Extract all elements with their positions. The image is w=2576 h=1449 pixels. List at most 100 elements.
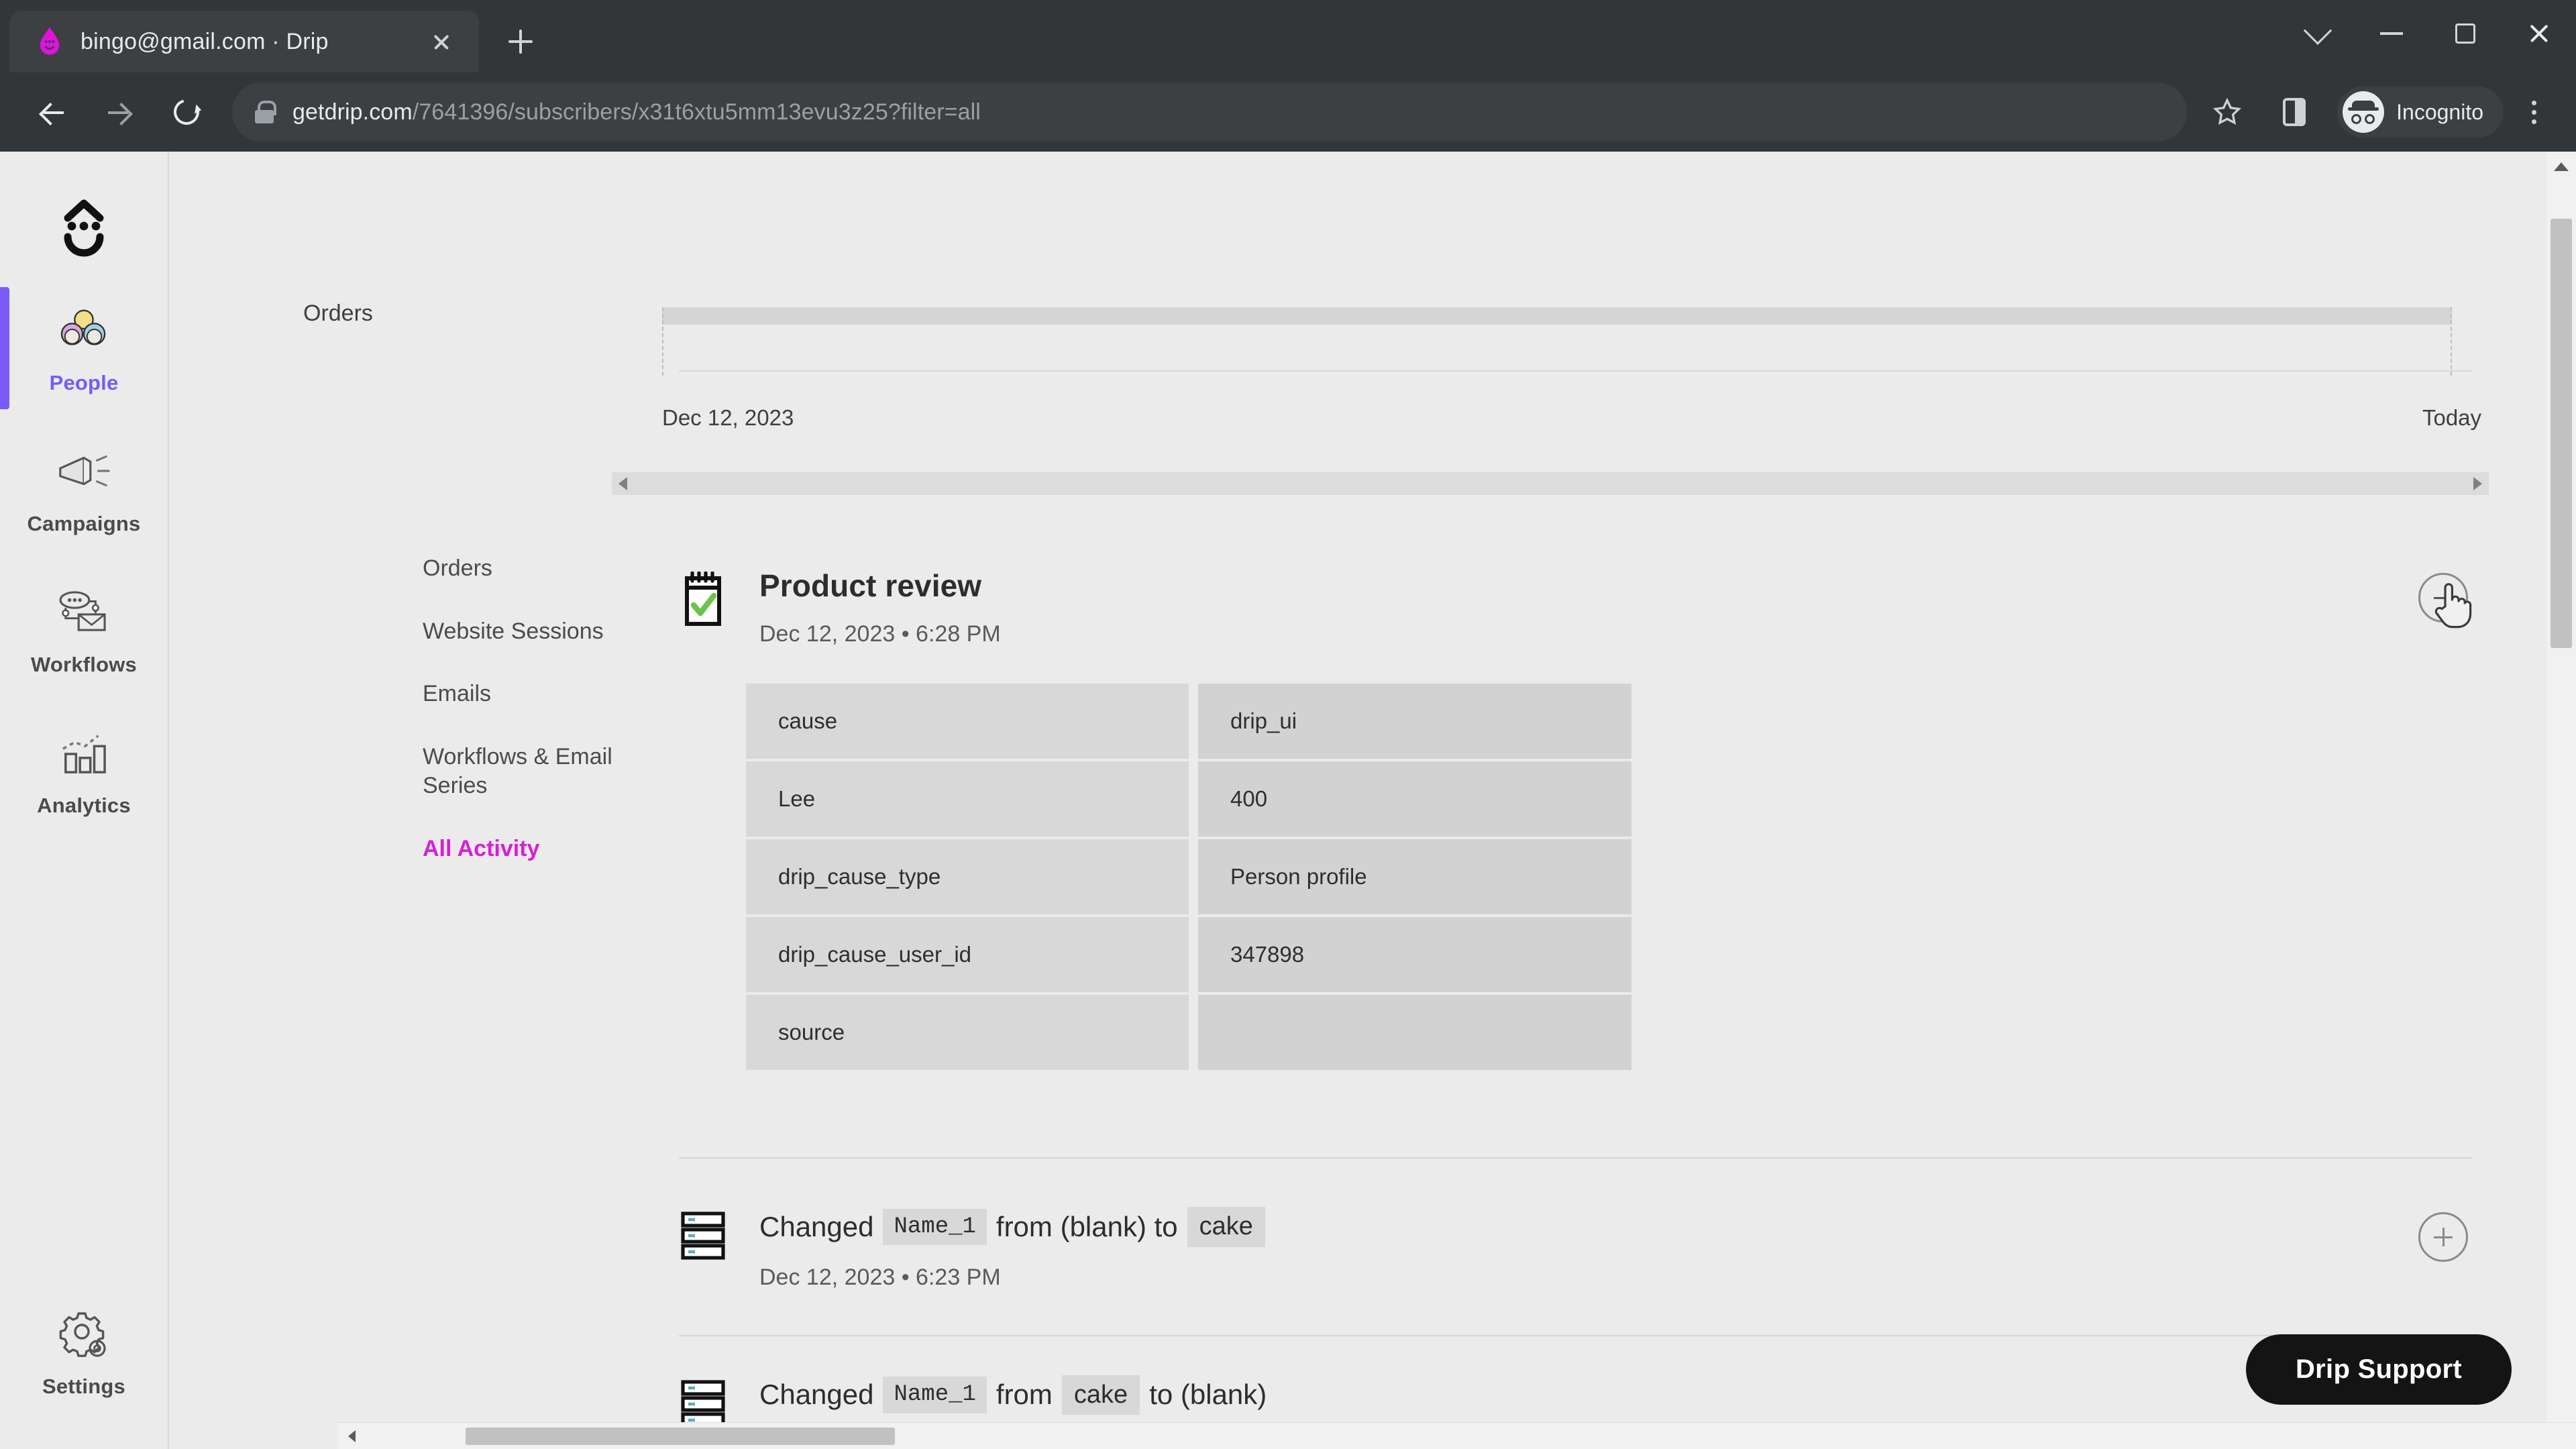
reload-button[interactable] bbox=[153, 78, 220, 146]
property-value: 347898 bbox=[1198, 917, 1631, 992]
activity-title: Product review bbox=[759, 568, 982, 603]
workflow-icon bbox=[55, 583, 113, 641]
page-horizontal-scrollbar[interactable] bbox=[338, 1422, 2576, 1449]
table-row: cause drip_ui bbox=[746, 684, 1631, 759]
property-key: Lee bbox=[746, 761, 1189, 837]
timeline-row-label: Orders bbox=[303, 301, 373, 326]
browser-tab[interactable]: bingo@gmail.com · Drip bbox=[9, 11, 479, 72]
bookmark-button[interactable] bbox=[2194, 78, 2261, 146]
forward-arrow-icon bbox=[108, 101, 131, 123]
activity-field-chip: Name_1 bbox=[883, 1377, 987, 1413]
section-divider bbox=[679, 370, 2472, 372]
drip-support-button[interactable]: Drip Support bbox=[2245, 1334, 2512, 1405]
scroll-left-arrow-icon[interactable] bbox=[619, 477, 627, 490]
subnav-item-website-sessions[interactable]: Website Sessions bbox=[423, 617, 644, 647]
activity-sentence: Changed Name_1 from cake to (blank) bbox=[759, 1375, 2472, 1415]
scrollbar-thumb[interactable] bbox=[2551, 219, 2572, 648]
close-icon[interactable] bbox=[424, 24, 459, 59]
activity-to-value: cake bbox=[1187, 1207, 1265, 1247]
back-arrow-icon bbox=[41, 101, 64, 123]
scrollbar-thumb[interactable] bbox=[466, 1427, 895, 1445]
minimize-button[interactable] bbox=[2355, 0, 2428, 67]
property-key: drip_cause_user_id bbox=[746, 917, 1189, 992]
activity-timestamp: Dec 12, 2023 • 6:28 PM bbox=[759, 621, 1001, 647]
subnav-item-all-activity[interactable]: All Activity bbox=[423, 835, 644, 864]
timeline-horizontal-scrollbar[interactable] bbox=[612, 472, 2489, 495]
sidebar-item-campaigns[interactable]: Campaigns bbox=[0, 419, 168, 559]
subnav-item-emails[interactable]: Emails bbox=[423, 680, 644, 709]
back-button[interactable] bbox=[19, 78, 86, 146]
page-viewport: People Campaigns Workflows Analytics Set… bbox=[0, 152, 2576, 1449]
table-row: source bbox=[746, 995, 1631, 1070]
property-value: drip_ui bbox=[1198, 684, 1631, 759]
kebab-menu-icon[interactable] bbox=[2510, 85, 2557, 139]
tab-search-button[interactable] bbox=[2281, 0, 2355, 67]
sidebar-item-label: Settings bbox=[42, 1375, 125, 1398]
url-path: /7641396/subscribers/x31t6xtu5mm13evu3z2… bbox=[412, 99, 981, 125]
megaphone-icon bbox=[55, 442, 113, 500]
table-row: drip_cause_user_id 347898 bbox=[746, 917, 1631, 992]
activity-timestamp: Dec 12, 2023 • 6:23 PM bbox=[759, 1264, 1001, 1290]
chevron-down-icon bbox=[2303, 16, 2332, 45]
activity-connector: to bbox=[1149, 1379, 1173, 1410]
property-key: cause bbox=[746, 684, 1189, 759]
collapse-circle-icon[interactable] bbox=[2418, 573, 2468, 623]
lock-icon bbox=[255, 101, 276, 123]
incognito-icon bbox=[2343, 91, 2385, 133]
activity-to-value: (blank) bbox=[1180, 1379, 1267, 1410]
profile-label: Incognito bbox=[2396, 99, 2483, 124]
maximize-icon bbox=[2455, 23, 2475, 44]
maximize-button[interactable] bbox=[2428, 0, 2502, 67]
side-panel-button[interactable] bbox=[2261, 78, 2328, 146]
activity-middle: from bbox=[996, 1379, 1053, 1410]
scroll-right-arrow-icon[interactable] bbox=[2473, 477, 2482, 490]
sidebar-item-label: Analytics bbox=[37, 794, 131, 817]
activity-sentence: Changed Name_1 from (blank) to cake bbox=[759, 1207, 2472, 1247]
activity-from-value: cake bbox=[1061, 1375, 1140, 1415]
timeline-track bbox=[662, 307, 2452, 325]
sidebar-bottom: Settings bbox=[0, 1281, 168, 1422]
activity-entry-product-review: Product review Dec 12, 2023 • 6:28 PM ca… bbox=[679, 568, 2472, 1070]
sidebar-item-analytics[interactable]: Analytics bbox=[0, 700, 168, 841]
page-vertical-scrollbar[interactable] bbox=[2546, 152, 2576, 1449]
property-value: 400 bbox=[1198, 761, 1631, 837]
activity-prefix: Changed bbox=[759, 1379, 874, 1410]
table-row: Lee 400 bbox=[746, 761, 1631, 837]
secondary-nav: Orders Website Sessions Emails Workflows… bbox=[423, 554, 644, 897]
property-table: cause drip_ui Lee 400 drip_cause_type Pe… bbox=[746, 684, 1631, 1070]
scroll-left-arrow-icon[interactable] bbox=[338, 1430, 365, 1442]
tab-strip: bingo@gmail.com · Drip bbox=[0, 0, 2576, 72]
activity-feed: Product review Dec 12, 2023 • 6:28 PM ca… bbox=[679, 568, 2472, 1430]
scroll-up-arrow-icon[interactable] bbox=[2546, 152, 2576, 181]
feed-divider bbox=[679, 1157, 2472, 1159]
sidebar-item-label: People bbox=[49, 371, 119, 394]
subnav-item-workflows-email-series[interactable]: Workflows & Email Series bbox=[423, 743, 644, 801]
property-key: drip_cause_type bbox=[746, 839, 1189, 914]
people-icon bbox=[55, 301, 113, 359]
browser-toolbar: getdrip.com/7641396/subscribers/x31t6xtu… bbox=[0, 72, 2576, 152]
toolbar-right-controls: Incognito bbox=[2194, 78, 2557, 146]
sidebar-item-settings[interactable]: Settings bbox=[0, 1281, 168, 1422]
main-content: Orders Dec 12, 2023 Today Orders Website… bbox=[169, 152, 2576, 1449]
address-bar[interactable]: getdrip.com/7641396/subscribers/x31t6xtu… bbox=[232, 83, 2188, 142]
activity-prefix: Changed bbox=[759, 1210, 874, 1242]
close-window-button[interactable] bbox=[2502, 0, 2576, 67]
sidebar-item-label: Workflows bbox=[31, 653, 137, 676]
profile-chip[interactable]: Incognito bbox=[2337, 87, 2504, 138]
drip-logo-icon bbox=[35, 26, 64, 57]
drip-face-logo-icon[interactable] bbox=[0, 177, 168, 278]
new-tab-button[interactable] bbox=[494, 15, 547, 68]
forward-button[interactable] bbox=[86, 78, 153, 146]
sidebar-item-people[interactable]: People bbox=[0, 278, 168, 419]
activity-entry-changed-name-to-cake: Changed Name_1 from (blank) to cake Dec … bbox=[679, 1207, 2472, 1291]
activity-timeline: Orders Dec 12, 2023 Today bbox=[169, 152, 2576, 495]
subnav-item-orders[interactable]: Orders bbox=[423, 554, 644, 584]
activity-field-chip: Name_1 bbox=[883, 1208, 987, 1245]
records-stack-icon bbox=[679, 1207, 759, 1262]
timeline-end-date: Today bbox=[2422, 405, 2482, 430]
sidebar-item-workflows[interactable]: Workflows bbox=[0, 559, 168, 700]
expand-circle-icon[interactable] bbox=[2418, 1212, 2468, 1262]
window-controls bbox=[2281, 0, 2576, 67]
timeline-start-marker bbox=[662, 307, 663, 376]
activity-middle: from bbox=[996, 1210, 1053, 1242]
